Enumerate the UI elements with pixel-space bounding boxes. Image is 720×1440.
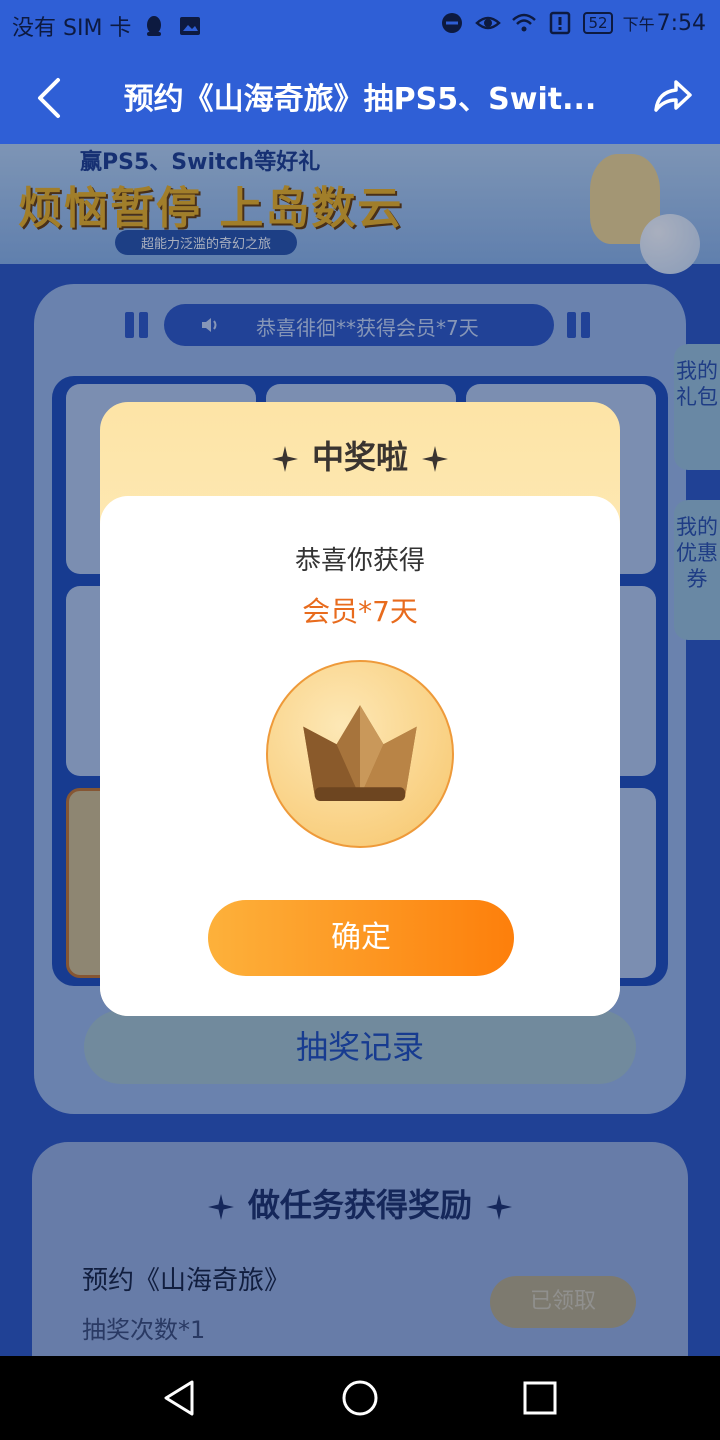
confirm-button[interactable]: 确定 bbox=[208, 900, 514, 976]
back-triangle-icon[interactable] bbox=[160, 1378, 200, 1418]
prize-modal: 中奖啦 恭喜你获得 会员*7天 确定 bbox=[100, 402, 620, 1016]
alert-icon bbox=[550, 11, 571, 35]
prize-text: 会员*7天 bbox=[302, 595, 418, 628]
wifi-icon bbox=[512, 13, 537, 32]
battery-indicator: 52 bbox=[583, 12, 613, 34]
back-arrow-icon[interactable] bbox=[30, 74, 70, 122]
eye-icon bbox=[475, 16, 502, 30]
modal-heading: 中奖啦 bbox=[100, 432, 620, 478]
congrats-text: 恭喜你获得 bbox=[294, 546, 425, 576]
status-bar: 没有 SIM 卡 52 下午7:54 bbox=[0, 0, 720, 52]
clock-time: 7:54 bbox=[656, 10, 706, 36]
recents-square-icon[interactable] bbox=[520, 1378, 560, 1418]
share-icon[interactable] bbox=[650, 74, 694, 118]
sparkle-icon bbox=[271, 446, 298, 472]
gallery-icon bbox=[180, 17, 201, 35]
top-nav-bar: 预约《山海奇旅》抽PS5、Swit... bbox=[0, 52, 720, 144]
crown-icon bbox=[303, 705, 417, 801]
clock-prefix: 下午 bbox=[622, 14, 655, 34]
clock: 下午7:54 bbox=[623, 11, 706, 36]
prize-medal bbox=[266, 660, 454, 848]
modal-body: 恭喜你获得 会员*7天 确定 bbox=[100, 496, 620, 1016]
page-title: 预约《山海奇旅》抽PS5、Swit... bbox=[123, 82, 597, 117]
qq-icon bbox=[147, 16, 162, 36]
home-circle-icon[interactable] bbox=[340, 1378, 380, 1418]
carrier-label: 没有 SIM 卡 bbox=[12, 16, 132, 41]
dnd-icon bbox=[442, 13, 463, 33]
sparkle-icon bbox=[422, 446, 448, 472]
system-navigation-bar bbox=[0, 1356, 720, 1440]
modal-heading-text: 中奖啦 bbox=[311, 438, 408, 476]
